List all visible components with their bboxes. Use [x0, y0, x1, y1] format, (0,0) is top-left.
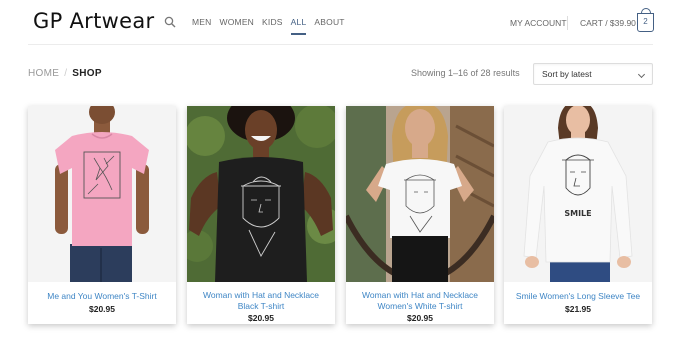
- nav-about[interactable]: ABOUT: [314, 16, 344, 28]
- product-price: $20.95: [248, 313, 274, 323]
- header-divider-line: [28, 44, 653, 45]
- chevron-down-icon: [637, 70, 646, 79]
- product-image-pink-tshirt[interactable]: [28, 106, 176, 282]
- nav-women[interactable]: WOMEN: [220, 16, 255, 28]
- result-count: Showing 1–16 of 28 results: [411, 68, 520, 78]
- product-card[interactable]: SMILE Smile Women's Long Sleeve Tee $21.…: [504, 106, 652, 324]
- breadcrumb-current: SHOP: [72, 68, 102, 79]
- my-account-link[interactable]: MY ACCOUNT: [510, 18, 567, 28]
- product-name[interactable]: Woman with Hat and Necklace Black T-shir…: [193, 290, 329, 312]
- cart-link[interactable]: CART / $39.90: [580, 18, 636, 28]
- cart-count-icon[interactable]: 2: [637, 8, 654, 32]
- breadcrumb-home[interactable]: HOME: [28, 68, 59, 79]
- header-divider: [567, 16, 568, 30]
- sort-dropdown[interactable]: Sort by latest: [533, 63, 653, 85]
- product-card[interactable]: Me and You Women's T-Shirt $20.95: [28, 106, 176, 324]
- product-image-long-sleeve-tee[interactable]: SMILE: [504, 106, 652, 282]
- site-logo[interactable]: GP Artwear: [33, 9, 154, 33]
- nav-men[interactable]: MEN: [192, 16, 212, 28]
- nav-kids[interactable]: KIDS: [262, 16, 283, 28]
- search-icon[interactable]: [164, 16, 176, 28]
- site-header: GP Artwear MEN WOMEN KIDS ALL ABOUT MY A…: [0, 0, 680, 44]
- nav-all[interactable]: ALL: [290, 16, 307, 35]
- product-name[interactable]: Woman with Hat and Necklace Women's Whit…: [352, 290, 488, 312]
- product-price: $20.95: [89, 304, 115, 314]
- breadcrumb-separator: /: [64, 68, 68, 79]
- product-image-white-tshirt[interactable]: [346, 106, 494, 282]
- product-card[interactable]: Woman with Hat and Necklace Women's Whit…: [346, 106, 494, 324]
- product-name[interactable]: Smile Women's Long Sleeve Tee: [510, 291, 646, 302]
- product-card[interactable]: Woman with Hat and Necklace Black T-shir…: [187, 106, 335, 324]
- product-name[interactable]: Me and You Women's T-Shirt: [34, 291, 170, 302]
- product-price: $21.95: [565, 304, 591, 314]
- main-nav: MEN WOMEN KIDS ALL ABOUT: [164, 16, 345, 35]
- product-price: $20.95: [407, 313, 433, 323]
- breadcrumb: HOME / SHOP: [28, 68, 102, 79]
- product-image-black-tshirt[interactable]: [187, 106, 335, 282]
- sort-selected-label: Sort by latest: [542, 69, 592, 79]
- shirt-print-text: SMILE: [564, 209, 591, 218]
